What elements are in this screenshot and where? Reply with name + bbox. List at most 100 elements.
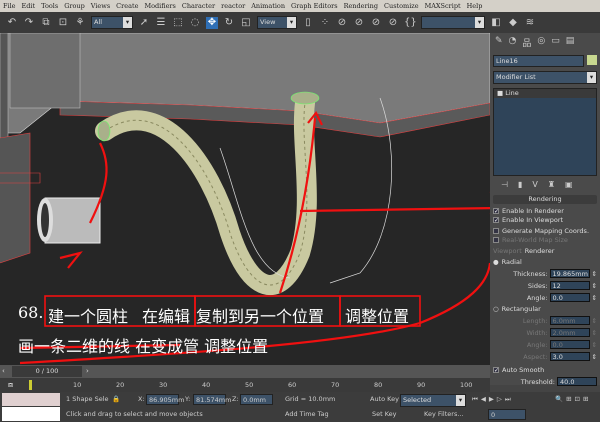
remove-modifier-icon[interactable]: ♜ (548, 180, 555, 189)
auto-key-button[interactable]: Auto Key (370, 394, 399, 405)
aspect-spinner[interactable]: Aspect: 3.0 ⇕ (493, 352, 597, 361)
named-selection-dropdown[interactable] (421, 16, 485, 29)
unlink-icon[interactable]: ⊡ (57, 17, 69, 29)
z-coordinate-field[interactable]: 0.0mm (240, 394, 273, 405)
link-icon[interactable]: ⧉ (40, 17, 52, 29)
menu-tools[interactable]: Tools (41, 2, 58, 10)
make-unique-icon[interactable]: V (532, 180, 537, 189)
width-spinner[interactable]: Width: 2.0mm ⇕ (493, 328, 597, 337)
lock-selection-icon[interactable]: 🔒 (112, 394, 120, 405)
menu-help[interactable]: Help (467, 2, 483, 10)
hierarchy-tab-icon[interactable]: 品 (522, 36, 531, 49)
edit-named-selection-icon[interactable]: {} (404, 17, 417, 29)
menu-animation[interactable]: Animation (251, 2, 285, 10)
playback-controls-icon[interactable]: ⏮◀▶▷⏭ (472, 394, 514, 405)
perspective-viewport[interactable]: 68. 建一个圆柱 在编辑 复制到另一个位置 调整位置 画一条二维的线 在变成管… (0, 33, 490, 365)
thickness-value[interactable]: 19.865mm (549, 269, 590, 278)
selection-filter-dropdown[interactable]: All (91, 16, 133, 29)
time-next-icon[interactable]: › (86, 367, 89, 375)
length-value[interactable]: 6.0mm (549, 316, 590, 325)
object-color-swatch[interactable] (587, 55, 597, 65)
percent-snap-icon[interactable]: ⊘ (370, 17, 382, 29)
maxscript-listener-white[interactable] (2, 407, 60, 421)
menu-group[interactable]: Group (64, 2, 85, 10)
width-value[interactable]: 2.0mm (549, 328, 590, 337)
menu-views[interactable]: Views (91, 2, 110, 10)
object-name-input[interactable]: Line16 (493, 55, 584, 67)
mirror-icon[interactable]: ◧ (490, 17, 502, 29)
bind-space-warp-icon[interactable]: ⚘ (74, 17, 86, 29)
layer-manager-icon[interactable]: ≋ (524, 17, 536, 29)
menu-graph-editors[interactable]: Graph Editors (291, 2, 338, 10)
set-key-button[interactable]: Set Key (372, 409, 397, 420)
frame-marker[interactable] (29, 380, 32, 390)
viewport-navigation-icons[interactable]: 🔍⊞⊡⊞ (555, 394, 591, 405)
key-mode-dropdown[interactable]: Selected (400, 394, 466, 407)
undo-icon[interactable]: ↶ (6, 17, 18, 29)
angle-spinner[interactable]: Angle: 0.0 ⇕ (493, 293, 597, 302)
y-coordinate-field[interactable]: 81.574mm (193, 394, 231, 405)
display-tab-icon[interactable]: ▭ (551, 36, 560, 49)
modifier-list-dropdown[interactable]: Modifier List (493, 71, 597, 84)
menu-file[interactable]: File (3, 2, 16, 10)
utilities-tab-icon[interactable]: ▤ (566, 36, 575, 49)
sides-spinner[interactable]: Sides: 12 ⇕ (493, 281, 597, 290)
redo-icon[interactable]: ↷ (23, 17, 35, 29)
x-coordinate-field[interactable]: 86.905mm (146, 394, 184, 405)
pin-stack-icon[interactable]: ⊣ (501, 180, 508, 189)
motion-tab-icon[interactable]: ◎ (537, 36, 545, 49)
create-tab-icon[interactable]: ✎ (495, 36, 503, 49)
snap-icon[interactable]: ⊘ (336, 17, 348, 29)
angle-value[interactable]: 0.0 (549, 293, 590, 302)
time-slider[interactable]: ‹ 0 / 100 › (0, 365, 490, 378)
window-crossing-icon[interactable]: ◌ (189, 17, 201, 29)
modify-tab-icon[interactable]: ◔ (509, 36, 517, 49)
reference-coord-dropdown[interactable]: View (257, 16, 297, 29)
menu-maxscript[interactable]: MAXScript (425, 2, 461, 10)
auto-smooth-checkbox[interactable]: ✓ Auto Smooth (493, 366, 597, 374)
current-frame-field[interactable]: 0 (488, 409, 526, 420)
manipulate-icon[interactable]: ⁘ (319, 17, 331, 29)
sides-value[interactable]: 12 (549, 281, 590, 290)
select-icon[interactable]: ➚ (138, 17, 150, 29)
track-bar[interactable]: ⧈ 10 20 30 40 50 60 70 80 90 100 (0, 378, 490, 392)
radial-radio[interactable]: ● Radial (493, 258, 597, 266)
aspect-value[interactable]: 3.0 (549, 352, 590, 361)
configure-sets-icon[interactable]: ▣ (565, 180, 573, 189)
angle2-value[interactable]: 0.0 (549, 340, 590, 349)
generate-mapping-checkbox[interactable]: Generate Mapping Coords. (493, 227, 597, 235)
enable-renderer-checkbox[interactable]: ✓ Enable In Renderer (493, 207, 597, 215)
maxscript-listener-pink[interactable] (2, 393, 60, 406)
show-end-result-icon[interactable]: ▮ (518, 180, 522, 189)
select-by-name-icon[interactable]: ☰ (155, 17, 167, 29)
menu-modifiers[interactable]: Modifiers (144, 2, 175, 10)
angle2-spinner[interactable]: Angle: 0.0 ⇕ (493, 340, 597, 349)
time-slider-thumb[interactable]: 0 / 100 (12, 366, 82, 377)
length-spinner[interactable]: Length: 6.0mm ⇕ (493, 316, 597, 325)
spinner-snap-icon[interactable]: ⊘ (387, 17, 399, 29)
rendering-rollout-header[interactable]: Rendering (493, 195, 597, 204)
pivot-center-icon[interactable]: ▯ (302, 17, 314, 29)
viewport-radio[interactable]: Viewport (493, 247, 522, 255)
menu-character[interactable]: Character (182, 2, 215, 10)
key-filters-button[interactable]: Key Filters... (424, 409, 464, 420)
region-select-icon[interactable]: ⬚ (172, 17, 184, 29)
threshold-spinner[interactable]: Threshold: 40.0 (493, 377, 597, 386)
rotate-icon[interactable]: ↻ (223, 17, 235, 29)
add-time-tag-button[interactable]: Add Time Tag (285, 409, 329, 420)
enable-viewport-checkbox[interactable]: ✓ Enable In Viewport (493, 216, 597, 224)
thickness-spinner[interactable]: Thickness: 19.865mm ⇕ (493, 269, 597, 278)
menu-customize[interactable]: Customize (384, 2, 419, 10)
threshold-value[interactable]: 40.0 (557, 377, 597, 386)
angle-snap-icon[interactable]: ⊘ (353, 17, 365, 29)
align-icon[interactable]: ◆ (507, 17, 519, 29)
rectangular-radio[interactable]: ○ Rectangular (493, 305, 597, 313)
menu-reactor[interactable]: reactor (221, 2, 245, 10)
stack-item-line[interactable]: ■ Line (494, 89, 596, 98)
scale-icon[interactable]: ◱ (240, 17, 252, 29)
curve-editor-icon[interactable]: ⧈ (8, 380, 13, 390)
menu-create[interactable]: Create (116, 2, 138, 10)
renderer-radio[interactable]: Renderer (525, 247, 555, 255)
time-prev-icon[interactable]: ‹ (2, 367, 5, 375)
menu-edit[interactable]: Edit (22, 2, 36, 10)
